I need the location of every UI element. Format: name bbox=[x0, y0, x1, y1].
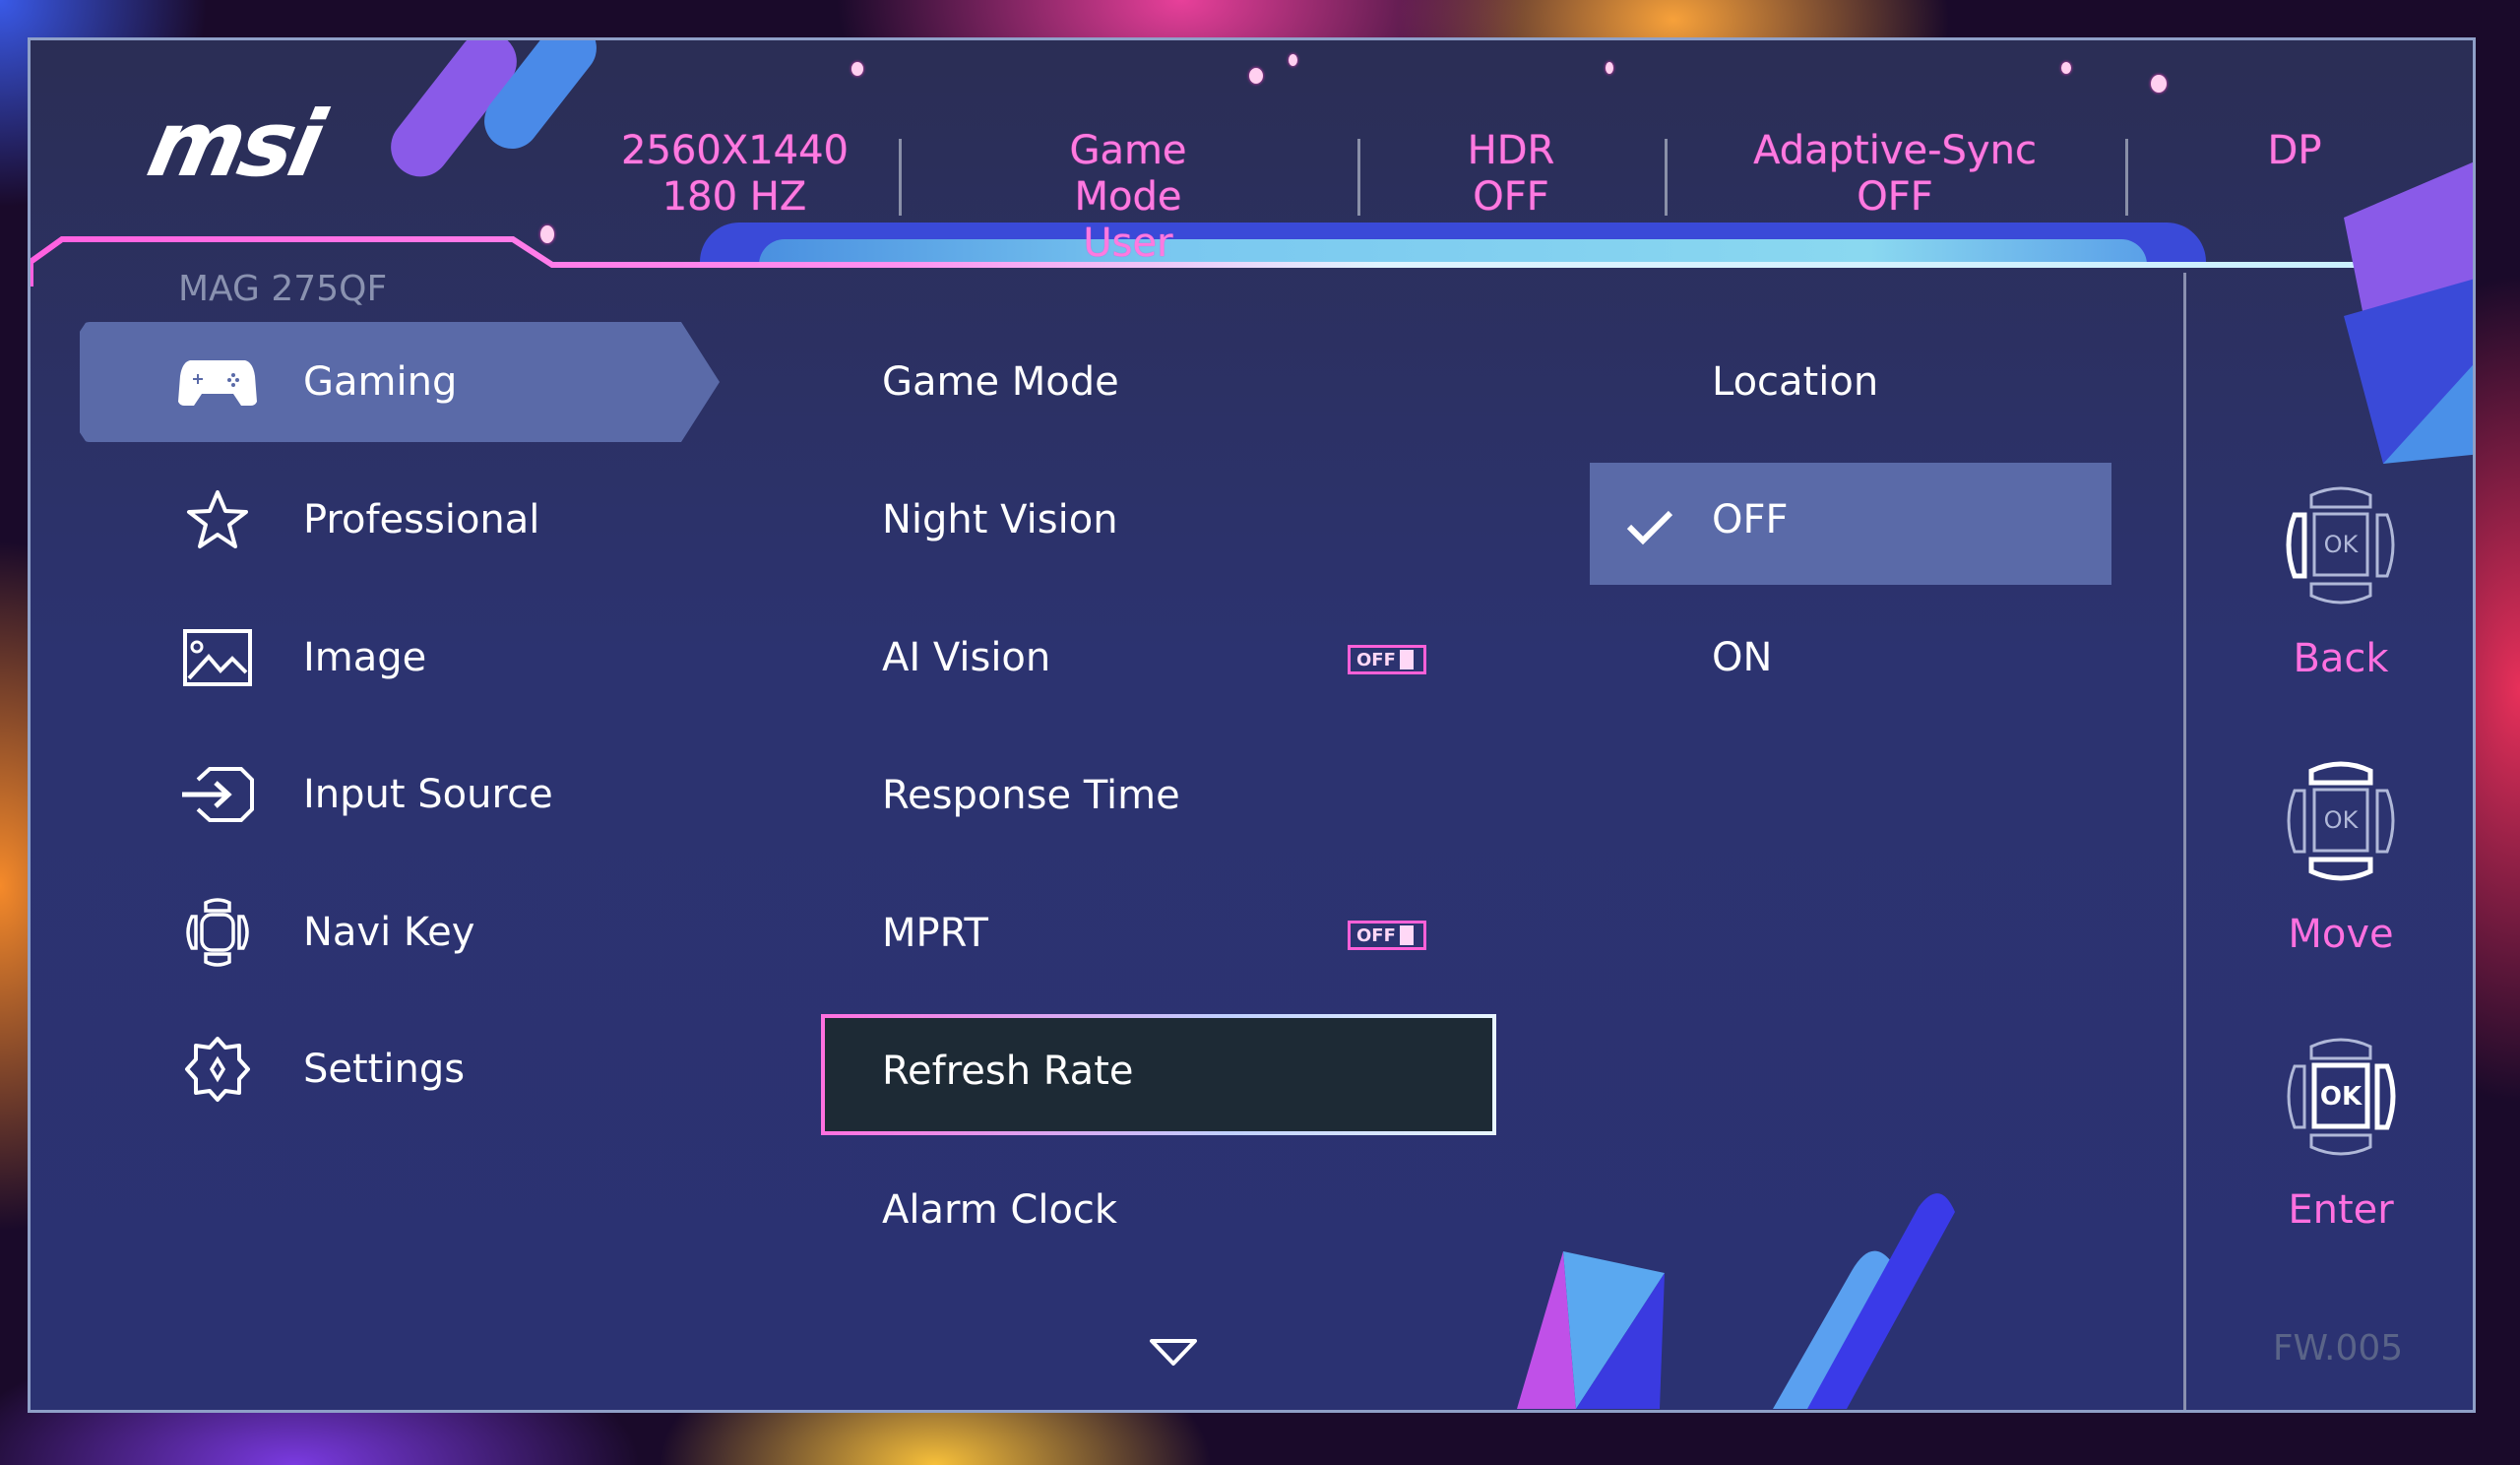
status-adaptive-sync-value: OFF bbox=[1857, 174, 1933, 220]
sidebar-item-label: Input Source bbox=[303, 772, 553, 817]
header-divider-line bbox=[31, 236, 2473, 287]
options-title: Location bbox=[1712, 359, 1879, 405]
sidebar-item-label: Professional bbox=[303, 497, 540, 542]
status-hdr: HDR OFF bbox=[1432, 128, 1590, 221]
input-source-icon bbox=[178, 760, 257, 829]
decor-dot bbox=[1606, 62, 1613, 74]
ai-vision-toggle[interactable]: OFF bbox=[1348, 645, 1426, 674]
option-on[interactable]: ON bbox=[1712, 635, 1772, 680]
submenu-item-refresh-rate[interactable]: Refresh Rate bbox=[882, 1049, 1134, 1094]
decor-dot bbox=[2061, 62, 2071, 74]
submenu-item-response-time[interactable]: Response Time bbox=[882, 773, 1180, 818]
decor-dot bbox=[1289, 54, 1297, 66]
svg-text:OK: OK bbox=[2320, 1082, 2362, 1112]
status-divider bbox=[1665, 139, 1668, 216]
status-resolution: 2560X1440 180 HZ bbox=[621, 128, 849, 221]
status-resolution-value: 2560X1440 bbox=[621, 128, 849, 173]
submenu-item-mprt[interactable]: MPRT bbox=[882, 911, 988, 956]
firmware-version: FW.005 bbox=[2272, 1328, 2404, 1369]
chevron-down-icon[interactable] bbox=[1149, 1338, 1198, 1368]
submenu-item-game-mode[interactable]: Game Mode bbox=[882, 359, 1119, 405]
key-enter-label: Enter bbox=[2288, 1187, 2394, 1233]
toggle-knob bbox=[1399, 650, 1414, 669]
star-icon bbox=[178, 485, 257, 554]
image-icon bbox=[178, 623, 257, 692]
sidebar-item-gaming[interactable]: Gaming bbox=[80, 322, 720, 442]
mprt-toggle[interactable]: OFF bbox=[1348, 921, 1426, 950]
decor-dot bbox=[851, 62, 863, 76]
svg-text:OK: OK bbox=[2324, 531, 2360, 558]
decor-dot bbox=[1249, 68, 1263, 84]
model-name: MAG 275QF bbox=[178, 269, 388, 309]
status-divider bbox=[899, 139, 902, 216]
sidebar-item-label: Image bbox=[303, 635, 427, 680]
msi-logo: msi bbox=[139, 92, 330, 197]
sidebar-item-input-source[interactable]: Input Source bbox=[80, 734, 720, 855]
checkmark-icon bbox=[1626, 510, 1673, 545]
key-guide-divider bbox=[2183, 273, 2186, 1410]
status-divider bbox=[1357, 139, 1360, 216]
sidebar-item-label: Settings bbox=[303, 1047, 466, 1092]
status-input-value: DP bbox=[2267, 128, 2322, 173]
joystick-ok-icon: OK bbox=[2287, 1038, 2396, 1156]
joystick-left-icon: OK bbox=[2286, 486, 2395, 605]
toggle-state: OFF bbox=[1356, 924, 1396, 946]
option-off[interactable]: OFF bbox=[1712, 497, 1789, 542]
status-refresh-value: 180 HZ bbox=[662, 174, 807, 220]
gear-icon bbox=[178, 1035, 257, 1104]
status-game-mode-label: Game Mode bbox=[1069, 128, 1187, 220]
decor-dot bbox=[2151, 75, 2167, 93]
key-back-label: Back bbox=[2293, 636, 2389, 681]
submenu-item-ai-vision[interactable]: AI Vision bbox=[882, 635, 1050, 680]
status-game-mode-value: User bbox=[1083, 221, 1173, 266]
toggle-knob bbox=[1399, 925, 1414, 945]
osd-menu: msi 2560X1440 180 HZ Game Mode User HDR … bbox=[28, 37, 2476, 1413]
status-adaptive-sync-label: Adaptive-Sync bbox=[1753, 128, 2037, 173]
key-move-label: Move bbox=[2288, 912, 2394, 957]
svg-text:OK: OK bbox=[2324, 806, 2360, 834]
navi-key-icon bbox=[178, 898, 257, 967]
status-game-mode: Game Mode User bbox=[1010, 128, 1246, 267]
sidebar-item-label: Navi Key bbox=[303, 910, 475, 955]
status-input: DP bbox=[2236, 128, 2354, 174]
sidebar-item-settings[interactable]: Settings bbox=[80, 1009, 720, 1129]
sidebar-item-professional[interactable]: Professional bbox=[80, 460, 720, 580]
sidebar-item-image[interactable]: Image bbox=[80, 598, 720, 718]
status-divider bbox=[2125, 139, 2128, 216]
decor-shapes-right bbox=[2344, 161, 2473, 464]
decor-shapes-bottom bbox=[1517, 1193, 1955, 1409]
status-hdr-value: OFF bbox=[1473, 174, 1549, 220]
submenu-item-alarm-clock[interactable]: Alarm Clock bbox=[882, 1187, 1117, 1233]
status-hdr-label: HDR bbox=[1467, 128, 1555, 173]
toggle-state: OFF bbox=[1356, 649, 1396, 670]
sidebar-item-navi-key[interactable]: Navi Key bbox=[80, 872, 720, 992]
joystick-up-down-icon: OK bbox=[2287, 761, 2395, 881]
submenu-item-night-vision[interactable]: Night Vision bbox=[882, 497, 1118, 542]
sidebar-item-label: Gaming bbox=[303, 359, 458, 405]
status-adaptive-sync: Adaptive-Sync OFF bbox=[1747, 128, 2043, 221]
gamepad-icon bbox=[178, 348, 257, 416]
